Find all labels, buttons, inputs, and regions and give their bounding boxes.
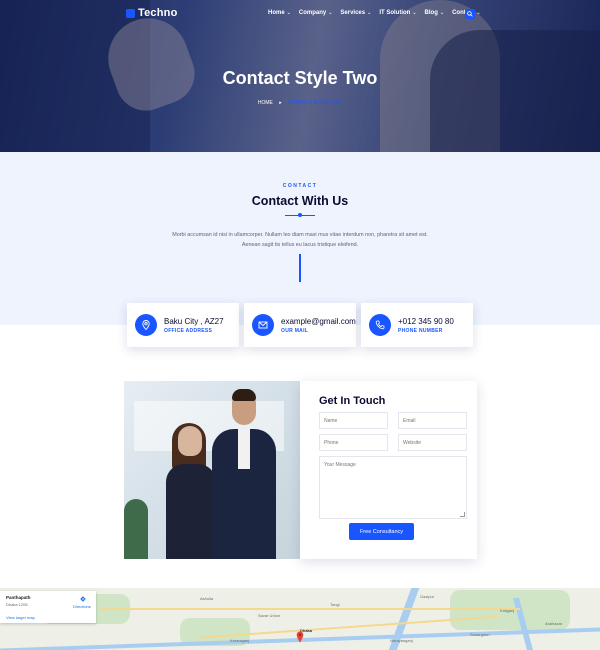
email-field[interactable]: Email: [398, 412, 467, 429]
map-label: Araihazar: [545, 621, 563, 626]
site-logo[interactable]: Techno: [126, 7, 178, 19]
photo-man-hair: [232, 389, 256, 401]
info-address: Baku City , AZ27: [164, 316, 224, 326]
info-address-label: OFFICE ADDRESS: [164, 327, 213, 334]
section-description: Morbi accumsan id nisi in ullamcorper. N…: [172, 232, 428, 248]
chevron-down-icon: ⌄: [439, 10, 445, 16]
nav-item-home[interactable]: Home ⌄: [268, 10, 291, 16]
map-label: Gazipur: [420, 594, 435, 599]
info-email[interactable]: example@gmail.com: [281, 317, 356, 326]
map-label: Ashulia: [200, 596, 214, 601]
website-placeholder: Website: [403, 440, 421, 446]
breadcrumb-separator-icon: ▸: [279, 100, 282, 106]
search-button[interactable]: [465, 9, 475, 19]
location-pin-icon: [135, 314, 157, 336]
chevron-down-icon: ⌄: [476, 10, 481, 16]
directions-link[interactable]: Directions: [73, 604, 91, 609]
map-marker-icon[interactable]: [296, 631, 304, 643]
map-info-card: Panthapath Dhaka 1205 View larger map Di…: [0, 591, 96, 623]
map-place-name: Panthapath: [6, 595, 31, 600]
info-card-address: Baku City , AZ27 OFFICE ADDRESS: [127, 303, 239, 347]
free-consultancy-button[interactable]: Free Consultancy: [349, 523, 414, 540]
top-navigation: Techno Home ⌄ Company ⌄ Services ⌄ IT Solut…: [0, 0, 600, 28]
page: Techno Home ⌄ Company ⌄ Services ⌄ IT Solut…: [0, 0, 600, 650]
map-label: Keraniganj: [230, 638, 250, 643]
nav-item-services[interactable]: Services ⌄: [340, 10, 371, 16]
nav-label: Company: [298, 10, 327, 16]
page-title: Contact Style Two: [222, 68, 378, 88]
photo-woman-head: [178, 426, 202, 456]
phone-placeholder: Phone: [324, 440, 339, 446]
map-place-address: Dhaka 1205: [6, 602, 28, 607]
section-eyebrow: CONTACT: [282, 183, 318, 189]
photo-man: [212, 389, 276, 559]
info-card-phone: +012 345 90 80 PHONE NUMBER: [361, 303, 473, 347]
contact-form: Get In Touch Name Email Phone Website Yo…: [300, 381, 477, 559]
map-label: Narayanganj: [390, 638, 413, 643]
view-larger-map-link[interactable]: View larger map: [6, 615, 35, 620]
name-placeholder: Name: [324, 418, 338, 424]
nav-label: Home: [268, 10, 285, 16]
info-phone[interactable]: +012 345 90 80: [398, 317, 454, 326]
photo-woman-body: [166, 464, 216, 559]
nav-label: IT Solution: [379, 10, 411, 16]
resize-handle-icon[interactable]: [460, 512, 465, 517]
nav-item-company[interactable]: Company ⌄: [299, 10, 333, 16]
chevron-down-icon: ⌄: [367, 10, 372, 16]
map-label: Savar Union: [258, 613, 281, 618]
name-field[interactable]: Name: [319, 412, 388, 429]
photo-plant: [124, 499, 148, 559]
search-icon: [467, 11, 473, 17]
website-field[interactable]: Website: [398, 434, 467, 451]
info-text: example@gmail.com OUR MAIL: [281, 317, 356, 334]
map-road: [100, 608, 520, 610]
photo-man-shirt: [238, 429, 250, 469]
photo-woman: [166, 423, 216, 559]
info-email-label: OUR MAIL: [281, 327, 309, 334]
message-field[interactable]: Your Message: [319, 456, 467, 519]
team-photo: [124, 381, 300, 559]
section-title: Contact With Us: [251, 194, 349, 208]
info-text: Baku City , AZ27 OFFICE ADDRESS: [164, 317, 224, 334]
chevron-down-icon: ⌄: [412, 10, 417, 16]
email-placeholder: Email: [403, 418, 416, 424]
nav-item-it-solution[interactable]: IT Solution ⌄: [379, 10, 416, 16]
phone-field[interactable]: Phone: [319, 434, 388, 451]
info-card-mail: example@gmail.com OUR MAIL: [244, 303, 356, 347]
message-placeholder: Your Message: [324, 462, 356, 468]
info-phone-label: PHONE NUMBER: [398, 327, 443, 334]
breadcrumb-home[interactable]: HOME: [258, 100, 273, 106]
main-menu: Home ⌄ Company ⌄ Services ⌄ IT Solution ⌄ Bl…: [268, 10, 481, 16]
chevron-down-icon: ⌄: [328, 10, 333, 16]
form-title: Get In Touch: [319, 395, 386, 407]
breadcrumb: HOME ▸ CONTACT STYLE TWO: [0, 100, 600, 106]
map-label: Sonargaon: [470, 632, 490, 637]
nav-label: Services: [340, 10, 366, 16]
phone-icon: [369, 314, 391, 336]
breadcrumb-current: CONTACT STYLE TWO: [288, 100, 343, 106]
envelope-icon: [252, 314, 274, 336]
vertical-divider: [299, 254, 301, 282]
map-label: Kaliganj: [500, 608, 515, 613]
info-text: +012 345 90 80 PHONE NUMBER: [398, 317, 454, 334]
logo-text: Techno: [138, 7, 178, 19]
logo-mark-icon: [126, 8, 135, 18]
title-divider-dot: [298, 213, 302, 217]
nav-item-blog[interactable]: Blog ⌄: [425, 10, 445, 16]
chevron-down-icon: ⌄: [286, 10, 291, 16]
map-label: Tongi: [330, 602, 340, 607]
directions-icon[interactable]: [80, 596, 86, 602]
nav-label: Blog: [424, 10, 438, 16]
